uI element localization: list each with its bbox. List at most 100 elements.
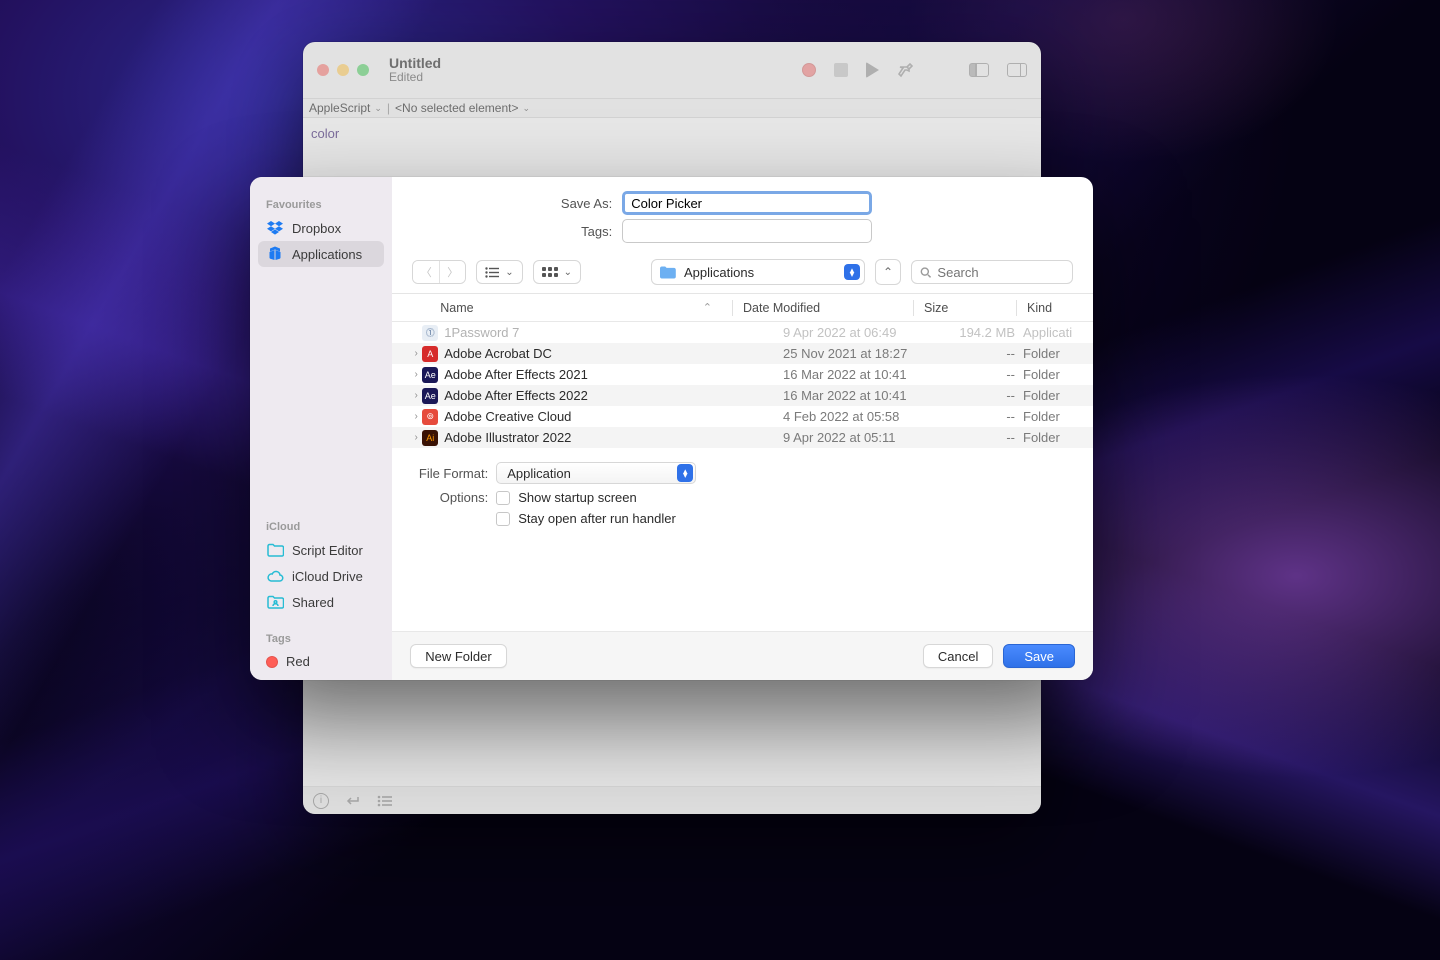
table-row[interactable]: ›AiAdobe Illustrator 20229 Apr 2022 at 0…: [392, 427, 1093, 448]
element-selector[interactable]: <No selected element>: [395, 101, 518, 115]
language-bar: AppleScript⌄ | <No selected element>⌄: [303, 98, 1041, 118]
file-table: Name ⌃ Date Modified Size Kind ⓵1Passwor…: [392, 294, 1093, 448]
chevron-down-icon: ⌄: [505, 267, 513, 278]
file-date: 25 Nov 2021 at 18:27: [783, 346, 953, 361]
disclosure-icon[interactable]: ›: [410, 390, 422, 401]
table-row[interactable]: ›AeAdobe After Effects 202216 Mar 2022 a…: [392, 385, 1093, 406]
sidebar-item-shared[interactable]: Shared: [258, 589, 384, 615]
option-label: Stay open after run handler: [518, 511, 676, 526]
location-label: Applications: [684, 265, 754, 280]
tags-header: Tags: [258, 629, 384, 649]
record-button[interactable]: [802, 63, 816, 77]
nav-back-forward: 〈 〉: [412, 260, 466, 284]
file-name: Adobe Illustrator 2022: [444, 430, 783, 445]
shared-folder-icon: [266, 594, 284, 610]
sidebar-item-icloud-drive[interactable]: iCloud Drive: [258, 563, 384, 589]
file-name: 1Password 7: [444, 325, 783, 340]
language-selector[interactable]: AppleScript: [309, 101, 370, 115]
sidebar-item-label: Red: [286, 654, 310, 669]
col-kind[interactable]: Kind: [1027, 301, 1052, 315]
sidebar-item-label: Shared: [292, 595, 334, 610]
search-field[interactable]: [911, 260, 1073, 284]
disclosure-icon[interactable]: ›: [410, 432, 422, 443]
compile-button[interactable]: [897, 61, 915, 79]
code-area[interactable]: color: [303, 118, 1041, 150]
file-date: 4 Feb 2022 at 05:58: [783, 409, 953, 424]
list-view-selector[interactable]: ⌄: [476, 260, 522, 284]
run-button[interactable]: [866, 62, 879, 78]
cancel-button[interactable]: Cancel: [923, 644, 993, 668]
file-format-select[interactable]: Application ▴▾: [496, 462, 696, 484]
file-format-label: File Format:: [412, 466, 488, 481]
collapse-button[interactable]: ⌃: [875, 259, 901, 285]
location-selector[interactable]: Applications ▴▾: [651, 259, 865, 285]
editor-footer: i: [303, 786, 1041, 814]
option-startup[interactable]: Show startup screen: [496, 490, 676, 505]
save-as-input[interactable]: [622, 191, 872, 215]
disclosure-icon[interactable]: ›: [410, 348, 422, 359]
sidebar-item-script-editor[interactable]: Script Editor: [258, 537, 384, 563]
file-format-value: Application: [507, 466, 571, 481]
table-row[interactable]: ›⊚ Adobe Creative Cloud4 Feb 2022 at 05:5…: [392, 406, 1093, 427]
chevron-up-icon: ⌃: [883, 265, 893, 279]
return-icon[interactable]: [345, 794, 361, 808]
folder-icon: [266, 542, 284, 558]
table-row[interactable]: ›AAdobe Acrobat DC25 Nov 2021 at 18:27--…: [392, 343, 1093, 364]
search-input[interactable]: [937, 265, 1064, 280]
left-panel-toggle[interactable]: [969, 63, 989, 77]
file-name: Adobe Acrobat DC: [444, 346, 783, 361]
disclosure-icon[interactable]: ›: [410, 369, 422, 380]
checkbox-icon[interactable]: [496, 491, 510, 505]
right-panel-toggle[interactable]: [1007, 63, 1027, 77]
tags-label: Tags:: [412, 224, 612, 239]
chevron-down-icon: ⌄: [564, 267, 572, 278]
close-icon[interactable]: [317, 64, 329, 76]
back-button[interactable]: 〈: [413, 261, 439, 283]
file-date: 16 Mar 2022 at 10:41: [783, 367, 953, 382]
info-icon[interactable]: i: [313, 793, 329, 809]
file-kind: Folder: [1023, 388, 1079, 403]
checkbox-icon[interactable]: [496, 512, 510, 526]
file-size: --: [953, 388, 1023, 403]
table-row[interactable]: ›AeAdobe After Effects 202116 Mar 2022 a…: [392, 364, 1093, 385]
file-icon: ⊚: [422, 409, 438, 425]
file-kind: Folder: [1023, 409, 1079, 424]
sidebar-item-tag-red[interactable]: Red: [258, 649, 384, 674]
cloud-icon: [266, 568, 284, 584]
zoom-icon[interactable]: [357, 64, 369, 76]
sidebar-item-dropbox[interactable]: Dropbox: [258, 215, 384, 241]
traffic-lights: [317, 64, 369, 76]
option-label: Show startup screen: [518, 490, 637, 505]
favourites-header: Favourites: [258, 195, 384, 215]
code-content: color: [311, 126, 339, 141]
forward-button[interactable]: 〉: [439, 261, 465, 283]
tags-input[interactable]: [622, 219, 872, 243]
col-name[interactable]: Name: [440, 301, 473, 315]
updown-icon: ▴▾: [844, 264, 860, 280]
list-icon[interactable]: [377, 795, 393, 807]
sidebar-item-applications[interactable]: Applications: [258, 241, 384, 267]
editor-titlebar: Untitled Edited: [303, 42, 1041, 98]
col-date[interactable]: Date Modified: [743, 301, 820, 315]
group-selector[interactable]: ⌄: [533, 260, 581, 284]
format-options: File Format: Application ▴▾ Options: Sho…: [392, 448, 1093, 538]
file-kind: Folder: [1023, 367, 1079, 382]
file-icon: Ae: [422, 388, 438, 404]
option-stay-open[interactable]: Stay open after run handler: [496, 511, 676, 526]
list-icon: [485, 267, 499, 278]
col-size[interactable]: Size: [924, 301, 948, 315]
options-label: Options:: [412, 490, 488, 505]
disclosure-icon[interactable]: ›: [410, 411, 422, 422]
save-button[interactable]: Save: [1003, 644, 1075, 668]
search-icon: [920, 266, 931, 279]
file-size: --: [953, 346, 1023, 361]
stop-button[interactable]: [834, 63, 848, 77]
new-folder-button[interactable]: New Folder: [410, 644, 506, 668]
file-name: Adobe Creative Cloud: [444, 409, 783, 424]
file-date: 9 Apr 2022 at 06:49: [783, 325, 953, 340]
file-size: 194.2 MB: [953, 325, 1023, 340]
dialog-footer: New Folder Cancel Save: [392, 631, 1093, 680]
sort-chevron-icon[interactable]: ⌃: [703, 301, 712, 314]
file-size: --: [953, 367, 1023, 382]
minimize-icon[interactable]: [337, 64, 349, 76]
